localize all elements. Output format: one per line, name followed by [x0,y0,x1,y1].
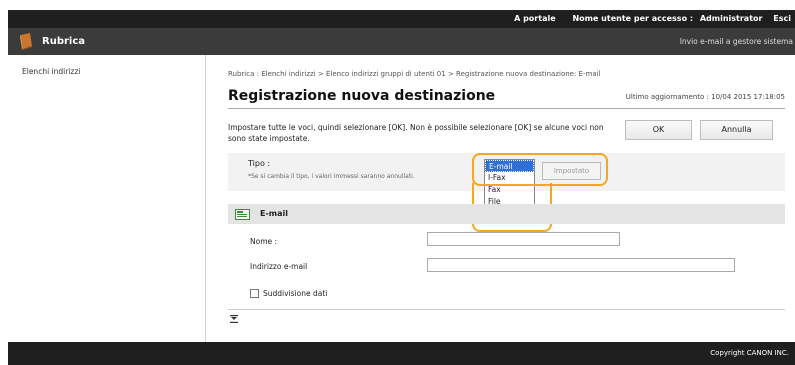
data-split-checkbox[interactable] [250,289,259,298]
sidebar: Elenchi indirizzi [8,55,206,342]
top-links: A portale Nome utente per accesso : Admi… [500,14,791,23]
footer: Copyright CANON INC. [8,342,795,365]
title-bar: Rubrica Invio e-mail a gestore sistema [8,28,795,55]
address-book-icon [20,33,32,50]
copyright-text: Copyright CANON INC. [710,349,789,357]
email-section-header: E-mail [228,204,785,224]
email-address-input[interactable] [427,258,735,272]
login-user-value: Administrator [699,14,763,23]
name-input[interactable] [427,232,620,246]
cancel-button[interactable]: Annulla [700,120,773,140]
type-note: *Se si cambia il tipo, i valori immessi … [248,173,415,180]
ok-button[interactable]: OK [625,120,692,140]
email-section-title: E-mail [260,209,289,218]
app-title: Rubrica [42,36,86,47]
data-split-label: Suddivisione dati [263,289,328,298]
instructions-text: Impostare tutte le voci, quindi selezion… [228,123,604,143]
collapse-all-icon[interactable] [230,315,238,323]
last-updated: Ultimo aggiornamento : 10/04 2015 17:18:… [625,93,785,101]
login-user-label: Nome utente per accesso : [572,14,694,23]
main-content: Rubrica : Elenchi indirizzi > Elenco ind… [206,55,795,342]
email-address-label: Indirizzo e-mail [250,262,308,271]
portal-link[interactable]: A portale [514,14,556,23]
send-mail-admin-link[interactable]: Invio e-mail a gestore sistema [680,37,793,46]
page-title: Registrazione nuova destinazione [228,88,496,104]
name-label: Nome : [250,237,278,246]
logout-link[interactable]: Esci [773,14,791,23]
highlight-frame [472,153,608,186]
breadcrumb[interactable]: Rubrica : Elenchi indirizzi > Elenco ind… [228,70,601,78]
email-icon [235,209,250,220]
type-label: Tipo : [248,159,271,168]
divider [228,108,785,109]
top-bar: A portale Nome utente per accesso : Admi… [8,10,795,28]
sidebar-item-address-lists[interactable]: Elenchi indirizzi [8,55,205,76]
divider-bottom [228,309,785,310]
